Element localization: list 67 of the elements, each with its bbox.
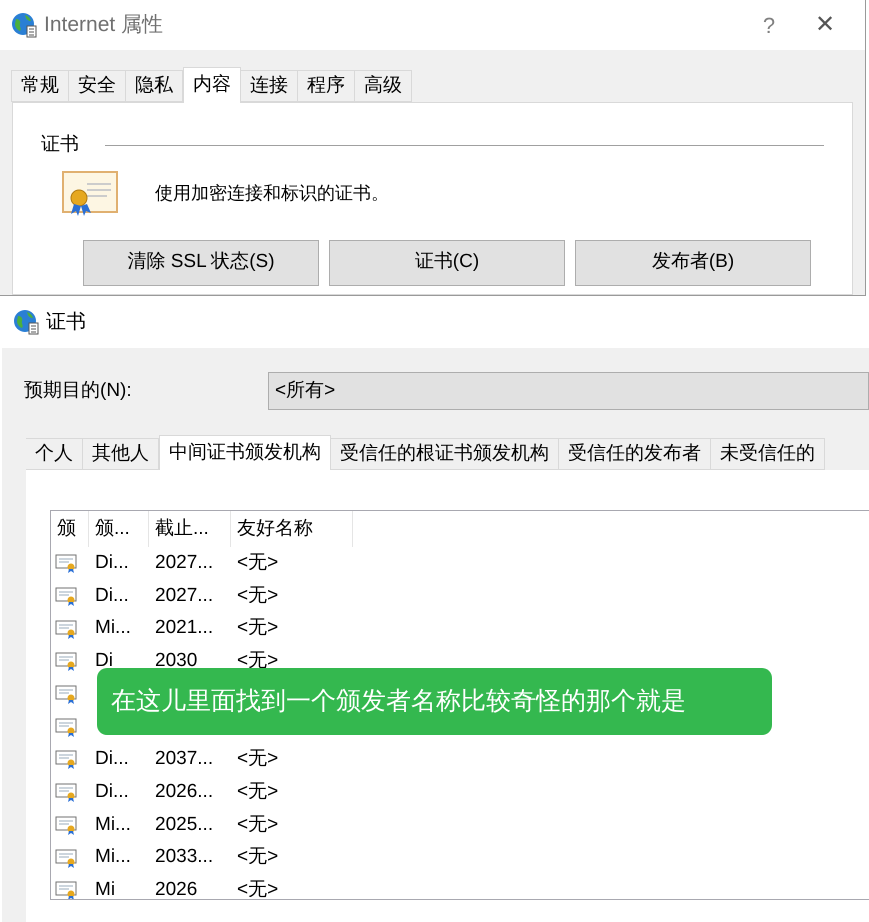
purpose-dropdown[interactable]: <所有> xyxy=(268,372,869,410)
certificate-icon xyxy=(55,553,79,574)
window-title: 证书 xyxy=(46,310,86,335)
table-cell: Di... xyxy=(95,552,129,574)
table-cell: <无> xyxy=(237,878,278,899)
dialog-button[interactable]: 证书(C) xyxy=(329,240,565,286)
table-cell: 2021... xyxy=(155,617,214,638)
certificate-icon xyxy=(55,651,79,672)
table-cell: 2027... xyxy=(155,552,214,574)
table-cell: <无> xyxy=(237,617,278,638)
table-cell: <无> xyxy=(237,814,278,835)
certificate-icon xyxy=(55,716,79,737)
section-title: 证书 xyxy=(41,133,79,157)
table-cell: <无> xyxy=(237,780,278,802)
tab[interactable]: 中间证书颁发机构 xyxy=(159,435,331,470)
table-cell: Di... xyxy=(95,780,129,802)
description-text: 使用加密连接和标识的证书。 xyxy=(155,182,389,205)
tab[interactable]: 高级 xyxy=(354,70,412,102)
certificate-icon xyxy=(55,618,79,639)
dialog-button[interactable]: 清除 SSL 状态(S) xyxy=(83,240,319,286)
table-cell: 2027... xyxy=(155,584,214,606)
globe-icon xyxy=(12,308,40,336)
table-cell: <无> xyxy=(237,846,278,868)
tab[interactable]: 受信任的根证书颁发机构 xyxy=(330,438,559,470)
tab[interactable]: 程序 xyxy=(297,70,355,102)
table-cell: Mi... xyxy=(95,814,131,835)
globe-icon xyxy=(10,11,38,39)
purpose-label: 预期目的(N): xyxy=(24,378,133,403)
tab[interactable]: 受信任的发布者 xyxy=(558,438,711,470)
certificate-icon xyxy=(55,586,79,606)
tab[interactable]: 其他人 xyxy=(82,438,159,470)
table-cell: Mi... xyxy=(95,846,131,868)
certificate-icon xyxy=(55,782,79,802)
help-button[interactable]: ? xyxy=(749,8,789,42)
table-cell: Mi xyxy=(95,878,116,899)
certificate-icon xyxy=(61,170,119,218)
column-header[interactable]: 颁... xyxy=(89,511,149,547)
table-cell: 2025... xyxy=(155,814,214,835)
tab[interactable]: 内容 xyxy=(183,67,241,103)
column-header[interactable]: 友好名称 xyxy=(231,511,353,547)
tab[interactable]: 安全 xyxy=(68,70,126,102)
tab[interactable]: 未受信任的 xyxy=(710,438,825,470)
tab[interactable]: 隐私 xyxy=(125,70,183,102)
dialog-button[interactable]: 发布者(B) xyxy=(575,240,811,286)
certificate-icon xyxy=(55,848,79,868)
certificate-icon xyxy=(55,749,79,770)
table-cell: Di... xyxy=(95,584,129,606)
close-button[interactable]: ✕ xyxy=(795,7,855,43)
table-cell: 2033... xyxy=(155,846,214,868)
table-cell: <无> xyxy=(237,552,278,574)
tab[interactable]: 个人 xyxy=(26,438,83,470)
table-cell: <无> xyxy=(237,584,278,606)
window-title: Internet 属性 xyxy=(44,12,164,38)
table-cell: Mi... xyxy=(95,617,131,638)
annotation-callout: 在这儿里面找到一个颁发者名称比较奇怪的那个就是 xyxy=(97,668,772,735)
table-cell: <无> xyxy=(237,748,278,770)
certificate-icon xyxy=(55,880,79,899)
table-cell: 2026 xyxy=(155,878,198,899)
certificate-icon xyxy=(55,684,79,704)
tab[interactable]: 连接 xyxy=(240,70,298,102)
table-cell: 2026... xyxy=(155,780,214,802)
tab[interactable]: 常规 xyxy=(11,70,69,102)
column-header[interactable]: 颁 xyxy=(51,511,89,547)
column-header[interactable]: 截止... xyxy=(149,511,231,547)
table-cell: Di... xyxy=(95,748,129,770)
certificate-icon xyxy=(55,814,79,835)
table-cell: 2037... xyxy=(155,748,214,770)
